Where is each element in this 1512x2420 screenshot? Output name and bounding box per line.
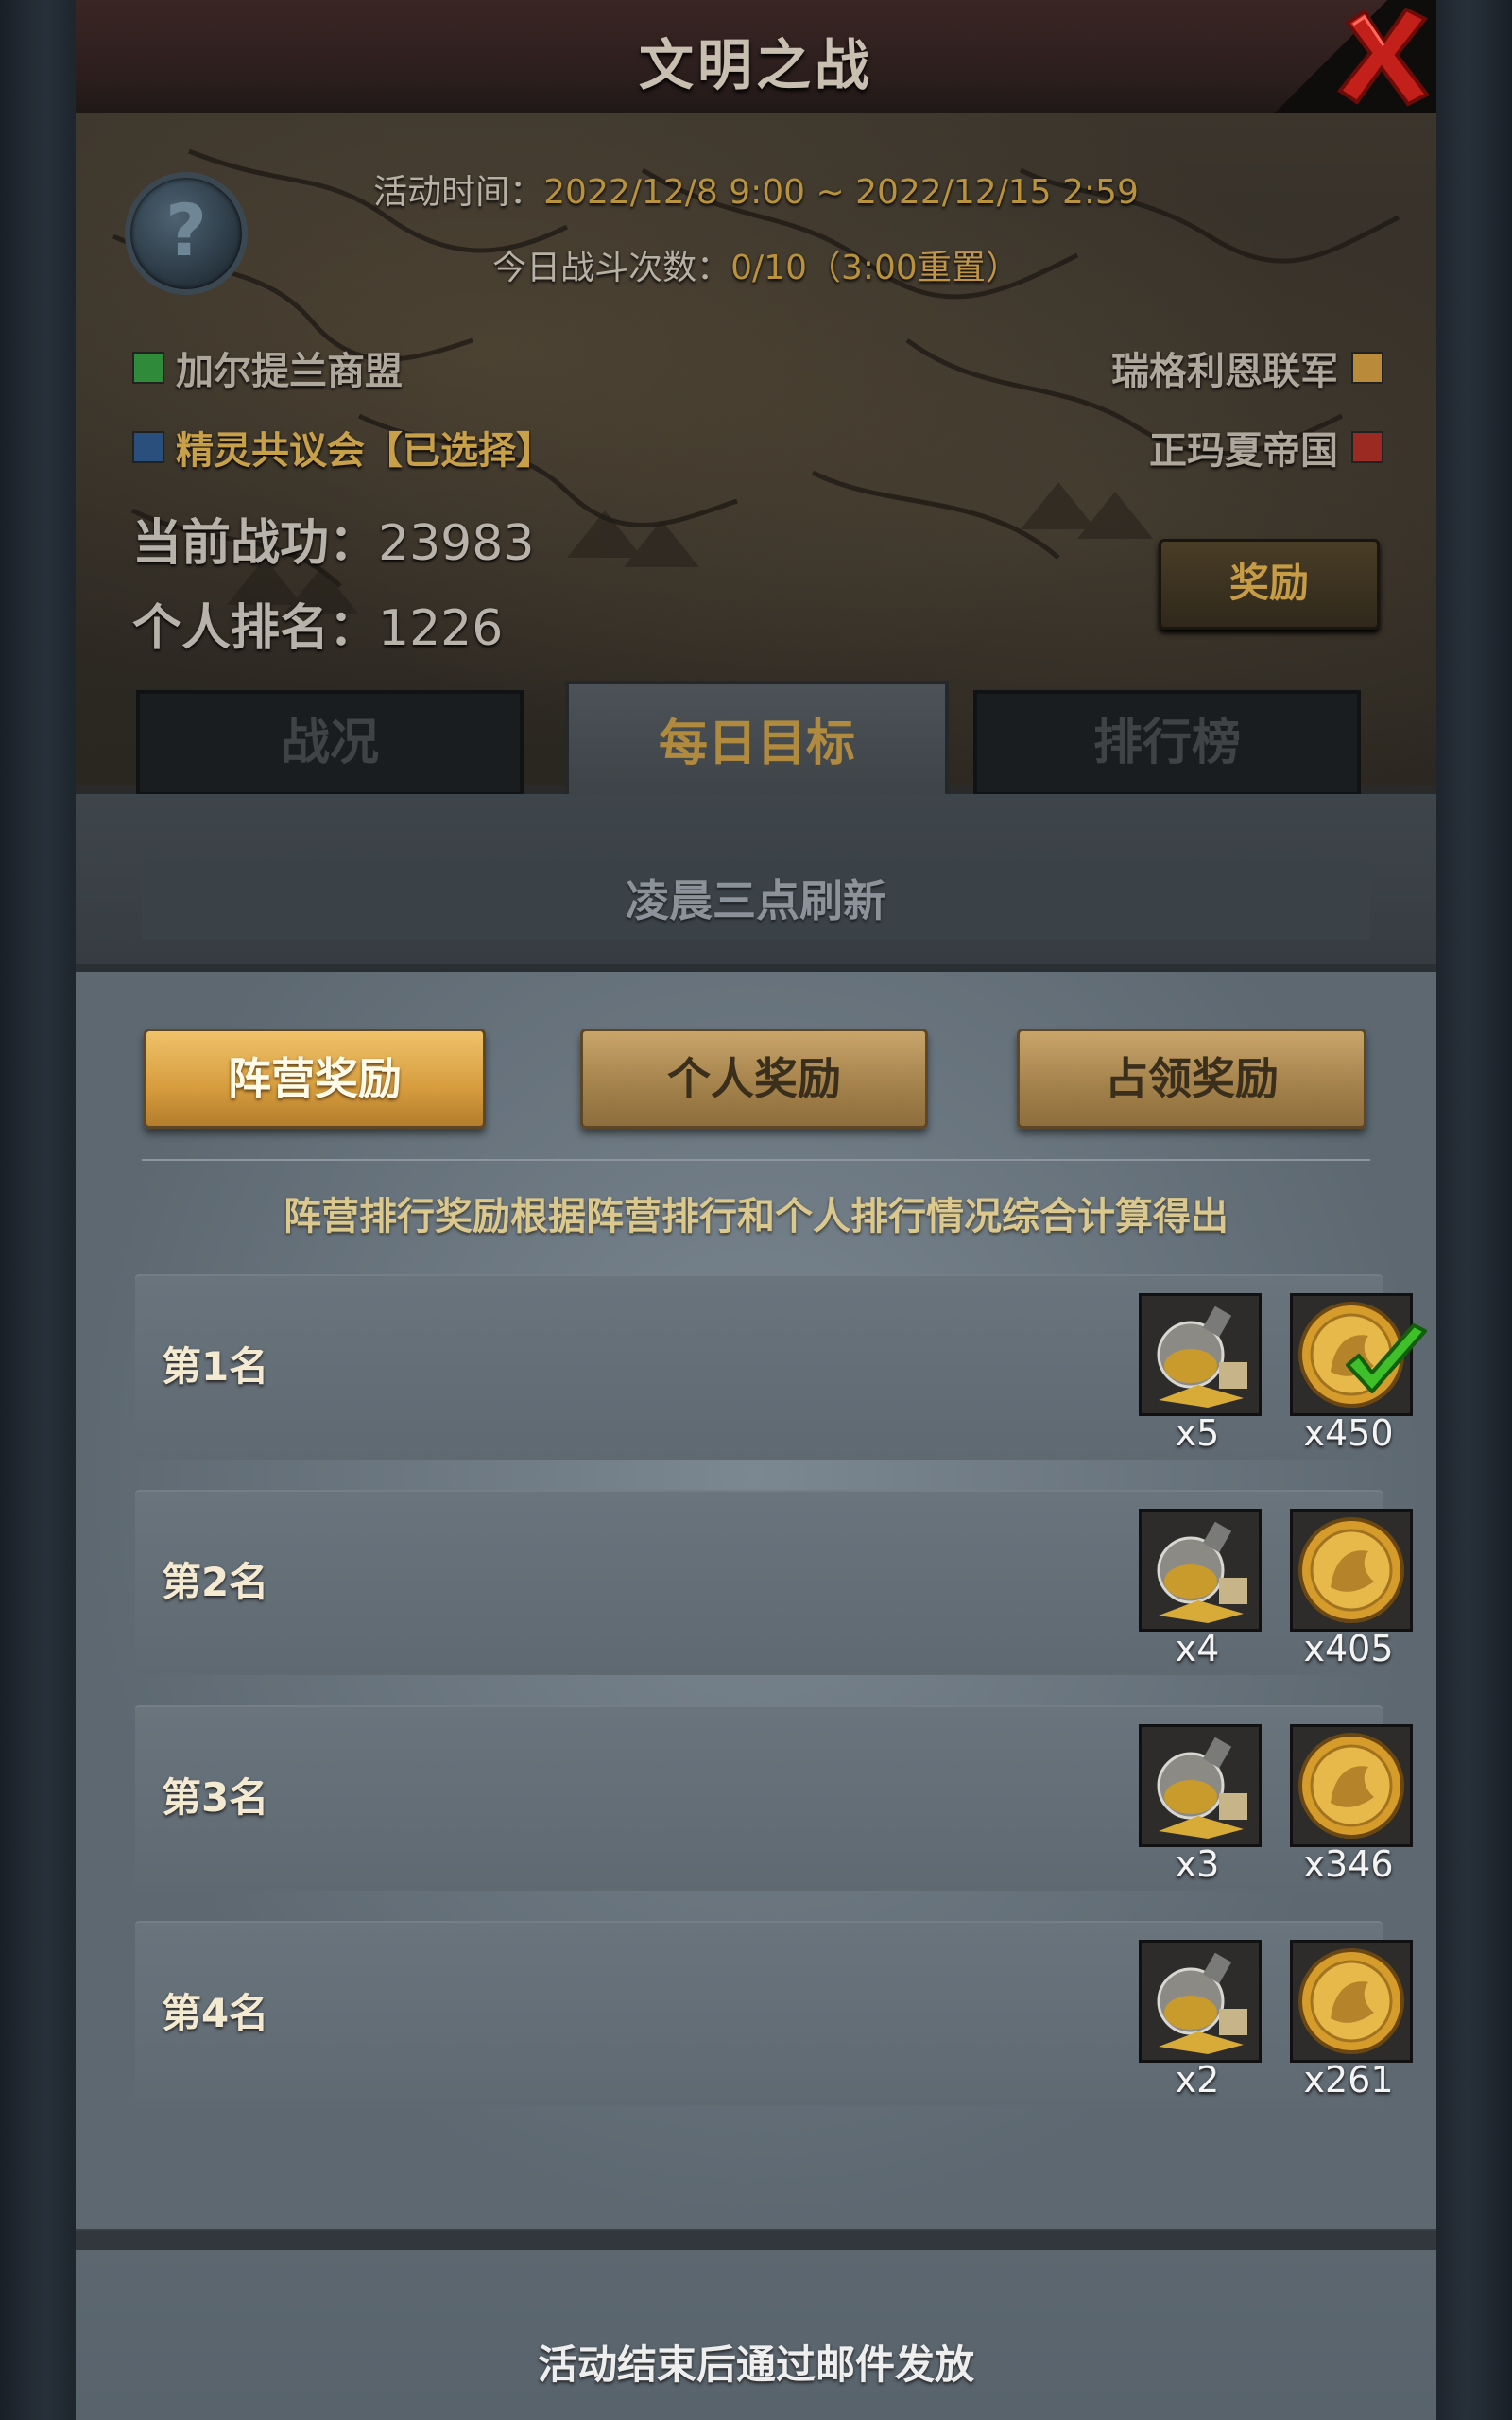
title-bar: 文明之战 bbox=[76, 0, 1436, 116]
potion-count: x5 bbox=[1175, 1412, 1220, 1454]
faction-galtiran: 加尔提兰商盟 bbox=[132, 340, 403, 395]
rank-label: 第3名 bbox=[162, 1774, 269, 1821]
battle-count-value: 0/10（3:00 bbox=[730, 249, 918, 287]
reward-row: 第2名 x4 x405 bbox=[135, 1490, 1413, 1675]
current-merit: 当前战功：23983 bbox=[132, 503, 534, 574]
faction-color-swatch bbox=[132, 431, 164, 463]
personal-rank: 个人排名：1226 bbox=[132, 588, 503, 659]
reward-button[interactable]: 奖励 bbox=[1159, 539, 1380, 630]
faction-riglion: 瑞格利恩联军 bbox=[1111, 340, 1383, 395]
faction-color-swatch bbox=[1351, 352, 1383, 384]
merit-label: 当前战功： bbox=[132, 515, 379, 572]
coin-count: x450 bbox=[1303, 1412, 1394, 1454]
faction-zhengma: 正玛夏帝国 bbox=[1149, 420, 1383, 475]
activity-time-value: 2022/12/8 9:00 ~ 2022/12/15 2:59 bbox=[543, 173, 1139, 212]
refresh-bar: 凌晨三点刷新 bbox=[76, 794, 1436, 964]
tab-bar: 战况 每日目标 排行榜 bbox=[76, 681, 1436, 807]
subtab-occupation-reward[interactable]: 占领奖励 bbox=[1017, 1028, 1366, 1129]
reward-row: 第4名 x2 x261 bbox=[135, 1921, 1413, 2106]
gold-coin-icon[interactable] bbox=[1290, 1509, 1413, 1632]
gold-coin-icon[interactable] bbox=[1290, 1724, 1413, 1847]
close-x-icon[interactable] bbox=[1336, 4, 1431, 108]
reward-row: 第3名 x3 x346 bbox=[135, 1705, 1413, 1891]
battle-reset-text: 重置） bbox=[917, 249, 1020, 287]
subtab-personal-reward[interactable]: 个人奖励 bbox=[580, 1028, 928, 1129]
faction-name: 加尔提兰商盟 bbox=[176, 350, 403, 393]
refresh-note: 凌晨三点刷新 bbox=[142, 862, 1370, 940]
event-panel: 文明之战 ? 活动时间：2022/12/8 9:00 ~ 2022/12/15 … bbox=[76, 0, 1436, 2420]
faction-name: 正玛夏帝国 bbox=[1149, 429, 1338, 473]
gold-potion-icon[interactable] bbox=[1139, 1509, 1262, 1632]
faction-name: 精灵共议会【已选择】 bbox=[176, 429, 554, 473]
coin-count: x261 bbox=[1303, 2059, 1394, 2100]
page-title: 文明之战 bbox=[638, 33, 873, 97]
right-backdrop bbox=[1436, 0, 1512, 2420]
footer: 活动结束后通过邮件发放 bbox=[76, 2231, 1436, 2420]
tab-leaderboard[interactable]: 排行榜 bbox=[973, 690, 1361, 796]
faction-color-swatch bbox=[132, 352, 164, 384]
battle-count: 今日战斗次数：0/10（3:00重置） bbox=[76, 240, 1436, 289]
activity-time-label: 活动时间： bbox=[373, 173, 544, 212]
activity-time: 活动时间：2022/12/8 9:00 ~ 2022/12/15 2:59 bbox=[76, 164, 1436, 214]
gold-potion-icon[interactable] bbox=[1139, 1293, 1262, 1416]
rank-label: 个人排名： bbox=[132, 600, 379, 657]
potion-count: x3 bbox=[1175, 1843, 1220, 1885]
gold-coin-icon[interactable] bbox=[1290, 1940, 1413, 2063]
gold-potion-icon[interactable] bbox=[1139, 1724, 1262, 1847]
subtab-faction-reward[interactable]: 阵营奖励 bbox=[144, 1028, 486, 1129]
potion-count: x4 bbox=[1175, 1628, 1220, 1669]
tab-battle-status[interactable]: 战况 bbox=[136, 690, 524, 796]
rank-label: 第1名 bbox=[162, 1343, 269, 1390]
rank-label: 第4名 bbox=[162, 1990, 269, 2036]
content-area: 凌晨三点刷新 阵营奖励 个人奖励 占领奖励 阵营排行奖励根据阵营排行和个人排行情… bbox=[76, 794, 1436, 2420]
faction-elf-council: 精灵共议会【已选择】 bbox=[132, 420, 554, 475]
faction-name: 瑞格利恩联军 bbox=[1111, 350, 1338, 393]
reward-description: 阵营排行奖励根据阵营排行和个人排行情况综合计算得出 bbox=[284, 1195, 1228, 1238]
tab-daily-goals[interactable]: 每日目标 bbox=[565, 681, 949, 807]
left-backdrop bbox=[0, 0, 76, 2420]
gold-potion-icon[interactable] bbox=[1139, 1940, 1262, 2063]
potion-count: x2 bbox=[1175, 2059, 1220, 2100]
faction-color-swatch bbox=[1351, 431, 1383, 463]
coin-count: x346 bbox=[1303, 1843, 1394, 1885]
coin-count: x405 bbox=[1303, 1628, 1394, 1669]
rank-value: 1226 bbox=[378, 600, 504, 657]
merit-value: 23983 bbox=[378, 515, 535, 572]
reward-row: 第1名 x5 x450 bbox=[135, 1274, 1413, 1460]
footer-note: 活动结束后通过邮件发放 bbox=[537, 2342, 974, 2388]
rank-label: 第2名 bbox=[162, 1559, 269, 1605]
battle-count-label: 今日战斗次数： bbox=[492, 249, 731, 287]
checkmark-icon bbox=[1346, 1323, 1427, 1393]
divider bbox=[142, 1159, 1370, 1161]
